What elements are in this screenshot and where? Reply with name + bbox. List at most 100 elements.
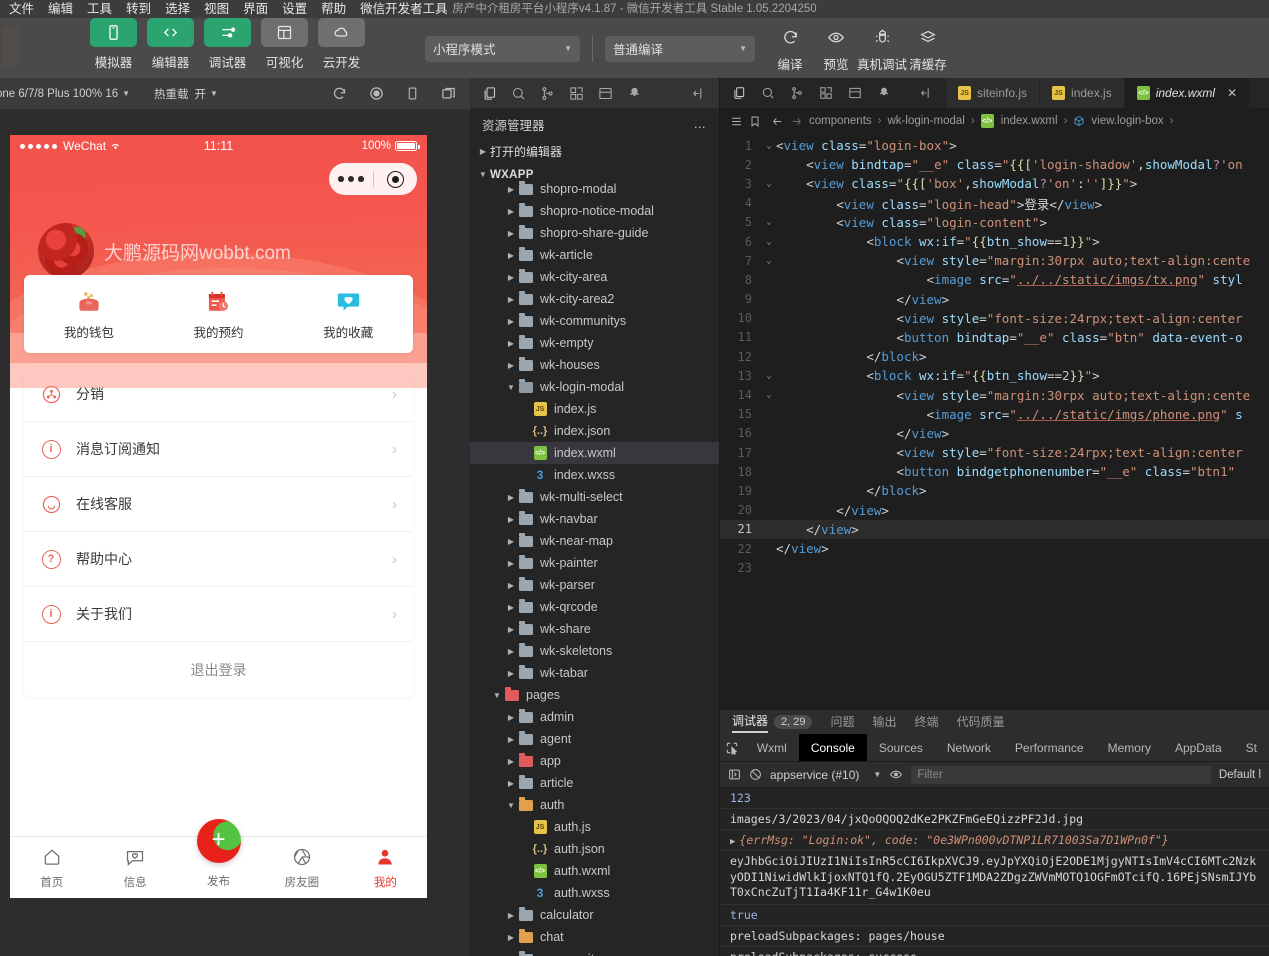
breadcrumb-item-0[interactable]: components xyxy=(809,115,872,127)
console-log-2[interactable]: ▶{errMsg: "Login:ok", code: "0e3WPn000vD… xyxy=(720,830,1269,851)
fold-toggle[interactable]: ⌄ xyxy=(762,141,776,151)
fold-toggle[interactable]: ⌄ xyxy=(762,256,776,266)
wechat-capsule[interactable] xyxy=(329,163,417,195)
console-log-3[interactable]: eyJhbGciOiJIUzI1NiIsInR5cCI6IkpXVCJ9.eyJ… xyxy=(720,851,1269,905)
clear-console-icon[interactable] xyxy=(749,768,762,781)
tree-node-3[interactable]: ▶wk-article xyxy=(470,244,719,266)
compile-select[interactable]: 普通编译 ▼ xyxy=(605,36,755,62)
explorer-more-icon[interactable]: … xyxy=(694,117,708,131)
devtools-tab-2[interactable]: Sources xyxy=(867,734,935,761)
fold-toggle[interactable]: ⌄ xyxy=(762,390,776,400)
console-log-6[interactable]: preloadSubpackages: success xyxy=(720,947,1269,956)
tab-item-3[interactable]: 房友圈 xyxy=(260,845,343,890)
refresh-icon[interactable] xyxy=(332,86,347,101)
menu-item-0[interactable]: 文件 xyxy=(2,0,41,18)
eye-icon[interactable] xyxy=(889,768,903,781)
console-log-list[interactable]: 123images/3/2023/04/jxQoOQOQ2dKe2PKZFmGe… xyxy=(720,788,1269,956)
tab-item-4[interactable]: 我的 xyxy=(344,845,427,890)
tree-node-12[interactable]: </>index.wxml xyxy=(470,442,719,464)
toolbar-button-4[interactable]: 云开发 xyxy=(318,18,365,71)
tree-node-15[interactable]: ▶wk-navbar xyxy=(470,508,719,530)
device-select[interactable]: one 6/7/8 Plus 100% 16 xyxy=(0,88,118,100)
devtools-tab-3[interactable]: Network xyxy=(935,734,1003,761)
files-icon[interactable] xyxy=(482,86,497,101)
devtools-tab-5[interactable]: Memory xyxy=(1096,734,1163,761)
breadcrumb-item-1[interactable]: wk-login-modal xyxy=(888,115,965,127)
tree-node-30[interactable]: {..}auth.json xyxy=(470,838,719,860)
tree-node-16[interactable]: ▶wk-near-map xyxy=(470,530,719,552)
bookmark-icon[interactable] xyxy=(749,115,761,128)
tree-node-10[interactable]: JSindex.js xyxy=(470,398,719,420)
tree-node-35[interactable]: ▶community xyxy=(470,948,719,956)
tree-node-22[interactable]: ▶wk-tabar xyxy=(470,662,719,684)
source-control-icon[interactable] xyxy=(540,86,555,101)
tab-item-0[interactable]: 首页 xyxy=(10,845,93,890)
profile-menu-row-1[interactable]: i消息订阅通知› xyxy=(24,422,413,477)
hotreload-value[interactable]: 开 xyxy=(195,86,207,102)
collapse-icon[interactable] xyxy=(920,86,934,100)
extensions-icon[interactable] xyxy=(569,86,584,101)
debug-icon[interactable] xyxy=(877,86,891,100)
toolbar-action-3[interactable]: 清缓存 xyxy=(905,24,951,73)
tree-node-9[interactable]: ▼wk-login-modal xyxy=(470,376,719,398)
menu-item-1[interactable]: 编辑 xyxy=(41,0,80,18)
tree-node-20[interactable]: ▶wk-share xyxy=(470,618,719,640)
toolbar-button-2[interactable]: 调试器 xyxy=(204,18,251,71)
devtools-tab-6[interactable]: AppData xyxy=(1163,734,1234,761)
console-filter-input[interactable]: Filter xyxy=(911,766,1211,784)
inspect-element-icon[interactable] xyxy=(720,734,745,761)
close-capsule-icon[interactable] xyxy=(374,171,418,188)
tree-node-27[interactable]: ▶article xyxy=(470,772,719,794)
forward-arrow-icon[interactable] xyxy=(790,115,803,128)
close-icon[interactable]: ✕ xyxy=(1227,86,1237,100)
tree-node-25[interactable]: ▶agent xyxy=(470,728,719,750)
more-icon[interactable] xyxy=(329,176,373,183)
panel-tab-2[interactable]: 输出 xyxy=(873,713,897,732)
editor-tab-0[interactable]: JSsiteinfo.js xyxy=(946,78,1040,108)
toolbar-action-2[interactable]: 真机调试 xyxy=(859,24,905,73)
console-log-0[interactable]: 123 xyxy=(720,788,1269,809)
window-icon[interactable] xyxy=(441,86,456,101)
tree-node-1[interactable]: ▶shopro-notice-modal xyxy=(470,200,719,222)
outline-icon[interactable] xyxy=(848,86,862,100)
tree-node-6[interactable]: ▶wk-communitys xyxy=(470,310,719,332)
menu-item-3[interactable]: 转到 xyxy=(119,0,158,18)
source-control-icon[interactable] xyxy=(790,86,804,100)
menu-item-8[interactable]: 帮助 xyxy=(314,0,353,18)
toolbar-button-1[interactable]: 编辑器 xyxy=(147,18,194,71)
editor-tab-1[interactable]: JSindex.js xyxy=(1040,78,1125,108)
devtools-tab-7[interactable]: St xyxy=(1234,734,1269,761)
console-levels-select[interactable]: Default l xyxy=(1219,769,1261,781)
devtools-tab-0[interactable]: Wxml xyxy=(745,734,799,761)
editor-tab-2[interactable]: </>index.wxml✕ xyxy=(1125,78,1250,108)
tree-node-26[interactable]: ▶app xyxy=(470,750,719,772)
quick-action-0[interactable]: 我的钱包 xyxy=(24,275,154,353)
file-tree[interactable]: ▶shopro-modal▶shopro-notice-modal▶shopro… xyxy=(470,178,719,956)
panel-tab-3[interactable]: 终端 xyxy=(915,713,939,732)
profile-menu-row-2[interactable]: 在线客服› xyxy=(24,477,413,532)
tree-node-0[interactable]: ▶shopro-modal xyxy=(470,178,719,200)
tree-node-24[interactable]: ▶admin xyxy=(470,706,719,728)
toolbar-action-1[interactable]: 预览 xyxy=(813,24,859,73)
tree-node-4[interactable]: ▶wk-city-area xyxy=(470,266,719,288)
console-context-select[interactable]: appservice (#10) ▼ xyxy=(770,768,881,782)
expand-triangle-icon[interactable]: ▶ xyxy=(730,837,735,847)
toolbar-button-0[interactable]: 模拟器 xyxy=(90,18,137,71)
tree-node-28[interactable]: ▼auth xyxy=(470,794,719,816)
menu-item-4[interactable]: 选择 xyxy=(158,0,197,18)
logout-button[interactable]: 退出登录 xyxy=(24,642,413,697)
tree-node-31[interactable]: </>auth.wxml xyxy=(470,860,719,882)
tree-node-32[interactable]: 3auth.wxss xyxy=(470,882,719,904)
panel-tab-1[interactable]: 问题 xyxy=(830,713,854,732)
menu-item-7[interactable]: 设置 xyxy=(275,0,314,18)
tree-node-34[interactable]: ▶chat xyxy=(470,926,719,948)
tree-node-17[interactable]: ▶wk-painter xyxy=(470,552,719,574)
fold-toggle[interactable]: ⌄ xyxy=(762,237,776,247)
open-editors-section[interactable]: ▶ 打开的编辑器 xyxy=(470,140,719,163)
breadcrumb-item-2[interactable]: index.wxml xyxy=(1001,115,1058,127)
mode-select[interactable]: 小程序模式 ▼ xyxy=(425,36,580,62)
chevron-down-icon[interactable]: ▼ xyxy=(210,89,218,98)
tree-node-2[interactable]: ▶shopro-share-guide xyxy=(470,222,719,244)
device-icon[interactable] xyxy=(406,86,419,101)
console-run-icon[interactable] xyxy=(728,768,741,781)
